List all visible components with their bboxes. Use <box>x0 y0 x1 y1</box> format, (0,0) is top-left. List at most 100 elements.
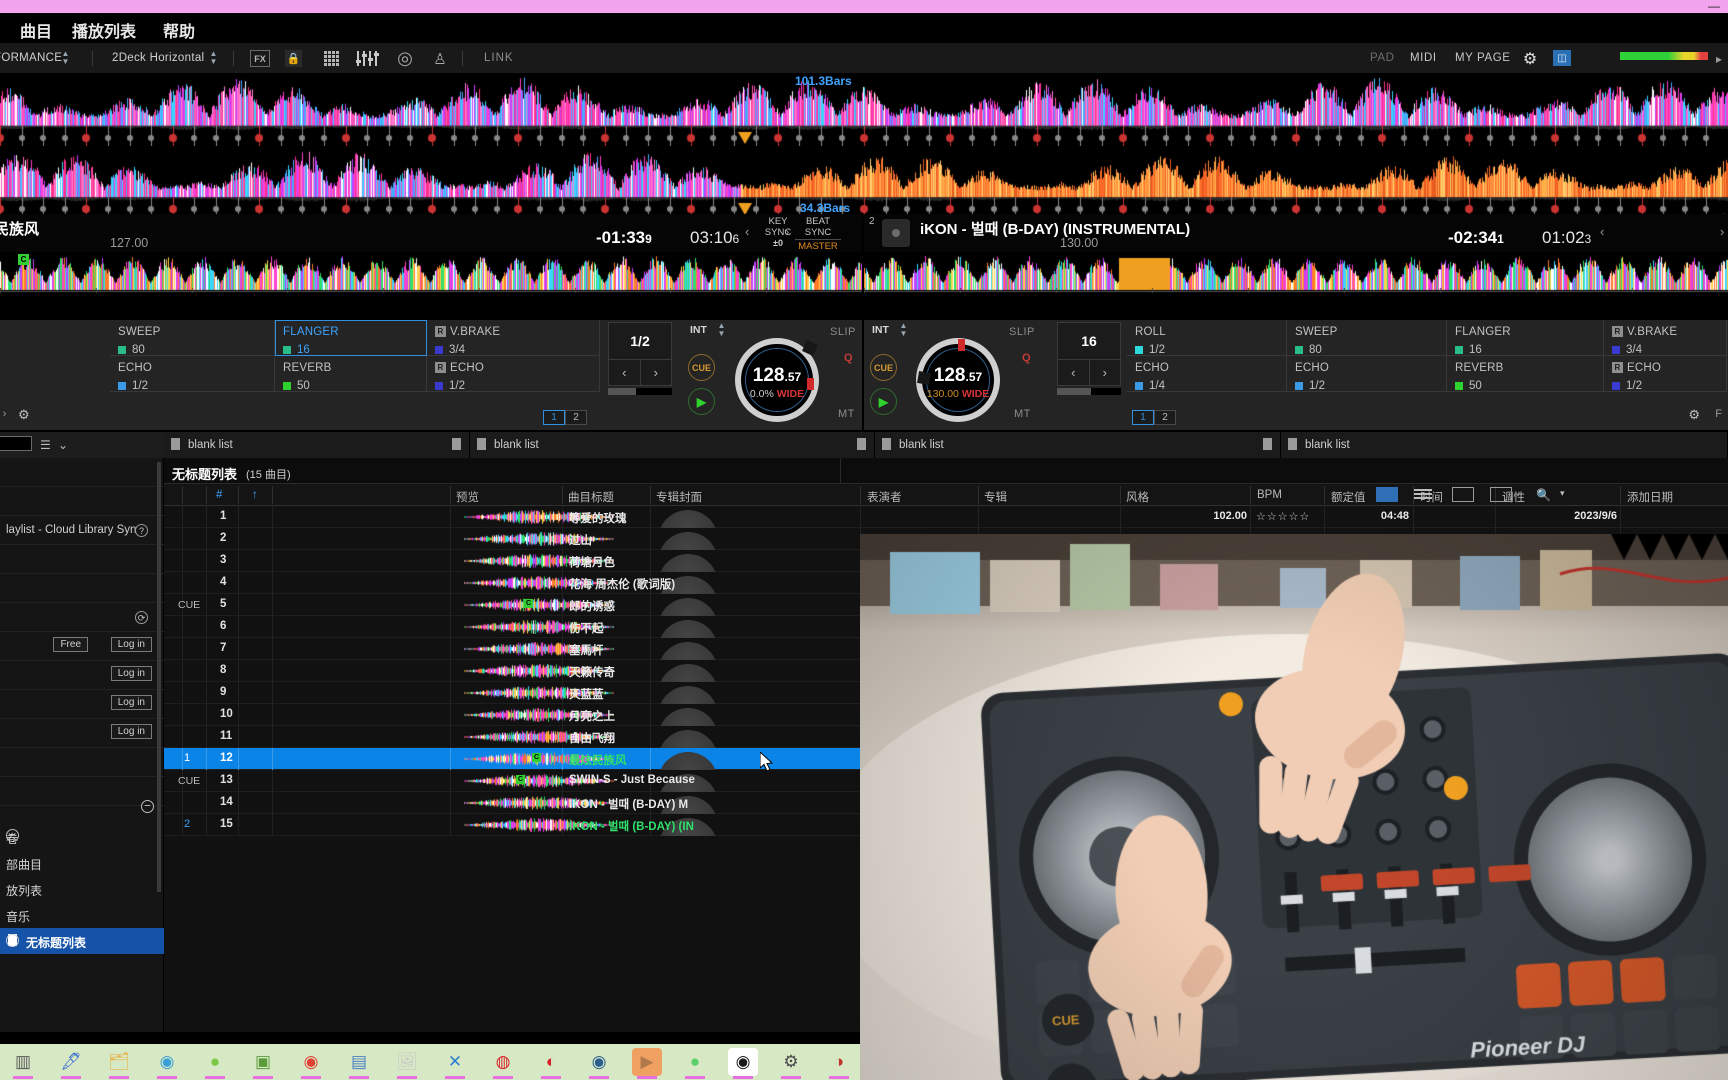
deck-1-beat-slider[interactable] <box>608 388 672 395</box>
deck-2-fx-slot-4[interactable]: R V.BRAKE 3/4 <box>1604 320 1727 356</box>
deck-2-jog-display[interactable]: 128.57 130.00 WIDE <box>916 338 1000 422</box>
search-icon[interactable]: 🔍 <box>1536 488 1551 502</box>
list-view-icon[interactable]: ☰ <box>40 438 51 452</box>
app-ghost-icon[interactable]: ● <box>680 1048 710 1079</box>
store-icon[interactable]: ▤ <box>344 1048 374 1079</box>
deck-1-prev-arrow[interactable]: ‹ <box>745 224 749 239</box>
obs-icon[interactable]: ◉ <box>728 1048 758 1079</box>
playlist-tab-1[interactable]: blank list <box>164 432 470 458</box>
col-date-added[interactable]: 添加日期 <box>1627 489 1673 505</box>
view-album-icon[interactable] <box>1490 487 1512 502</box>
deck-2-prev-arrow[interactable]: ‹ <box>1600 224 1604 239</box>
deck-2-page-2[interactable]: 2 <box>1154 410 1176 425</box>
deck-2-page-1[interactable]: 1 <box>1132 410 1154 425</box>
col-album[interactable]: 专辑 <box>984 489 1007 505</box>
col-rating[interactable]: 额定值 <box>1331 489 1366 505</box>
gear-icon[interactable]: ⚙ <box>1520 50 1540 68</box>
deck-2-fx-slot-6[interactable]: ECHO 1/2 <box>1287 356 1447 392</box>
deck-2-fx-slot-8[interactable]: R ECHO 1/2 <box>1604 356 1727 392</box>
chevron-down-icon[interactable]: ⌄ <box>58 438 68 452</box>
view-grid-icon[interactable] <box>1452 487 1474 502</box>
layout-select-label[interactable]: 2Deck Horizontal <box>112 52 204 64</box>
deck-2-settings-gear-icon[interactable]: ⚙ <box>1688 407 1700 423</box>
track-rating[interactable]: ☆☆☆☆☆ <box>1256 510 1310 523</box>
deck-1-cue-button[interactable]: CUE <box>688 354 715 381</box>
login-button-2[interactable]: Log in <box>110 666 152 681</box>
deck-2-fx-slot-2[interactable]: SWEEP 80 <box>1287 320 1447 356</box>
deck-2-tempo-source[interactable]: INT <box>872 324 889 336</box>
deck-2-beat-slider[interactable] <box>1057 388 1121 395</box>
deck-2-slip-label[interactable]: SLIP <box>1009 326 1035 338</box>
performance-mode-stepper[interactable]: ▲ ▼ <box>60 50 71 66</box>
sidebar-row-account-2[interactable]: Log in <box>0 661 164 690</box>
deck-1-tempo-stepper[interactable]: ▲ ▼ <box>716 322 727 338</box>
deck-1-fx-slot-4[interactable]: ECHO 1/2 <box>110 356 275 392</box>
window-view-icon[interactable]: ◫ <box>1553 50 1571 66</box>
deck-2-page-tabs[interactable]: 1 2 <box>1132 410 1176 425</box>
deck-1-fx-slot-5[interactable]: REVERB 50 <box>275 356 427 392</box>
deck-2-next-arrow[interactable]: › <box>1720 224 1724 239</box>
deck-1-beat-next[interactable]: › <box>641 360 672 385</box>
help-icon[interactable]: ? <box>135 524 148 537</box>
list-icon-right[interactable] <box>857 438 866 450</box>
deck-1-fx-slot-2[interactable]: FLANGER 16 <box>275 320 427 356</box>
deck-2-fx-slot-1[interactable]: ROLL 1/2 <box>1127 320 1287 356</box>
app-green-icon[interactable]: ● <box>200 1048 230 1079</box>
explorer-icon[interactable]: 🗂 <box>104 1048 134 1079</box>
app-dark-icon[interactable]: ◑ <box>824 1048 854 1079</box>
sidebar-row-account-4[interactable]: Log in <box>0 719 164 748</box>
netease-music-icon[interactable]: ◍ <box>488 1048 518 1079</box>
deck-2-play-button[interactable]: ▶ <box>870 388 897 415</box>
sidebar-row-2[interactable] <box>0 487 164 516</box>
deck-2-preview-waveform[interactable] <box>864 252 1728 294</box>
col-title[interactable]: 曲目标题 <box>568 489 614 505</box>
netease-cloud-icon[interactable]: ◐ <box>536 1048 566 1079</box>
deck-1-settings-gear-icon[interactable]: ⚙ <box>18 407 30 423</box>
lock-icon[interactable]: 🔒 <box>285 50 302 67</box>
vscode-icon[interactable]: ✕ <box>440 1048 470 1079</box>
link-label[interactable]: LINK <box>484 52 514 64</box>
list-icon-right[interactable] <box>1263 438 1272 450</box>
sidebar-tree-item-1[interactable]: − 卷 <box>0 824 164 850</box>
sidebar-row-4[interactable] <box>0 545 164 574</box>
menu-item-help[interactable]: 帮助 <box>163 18 195 42</box>
deck-1-play-button[interactable]: ▶ <box>688 388 715 415</box>
col-index[interactable]: # <box>216 489 222 501</box>
col-artwork[interactable]: 专辑封面 <box>656 489 702 505</box>
deck-1-tempo-source[interactable]: INT <box>690 324 707 336</box>
eject-icon-top[interactable]: − <box>141 800 154 813</box>
sidebar-tree-item-2[interactable]: 部曲目 <box>0 850 164 876</box>
refresh-icon[interactable]: ⟳ <box>135 611 148 624</box>
fx-icon[interactable]: FX <box>250 50 270 67</box>
deck-1-fx-slot-3[interactable]: R V.BRAKE 3/4 <box>427 320 600 356</box>
deck-2-fx-slot-3[interactable]: FLANGER 16 <box>1447 320 1604 356</box>
sidebar-tree-item-4[interactable]: 音乐 <box>0 902 164 928</box>
deck-1-beat-sync[interactable]: BEAT SYNC MASTER <box>795 216 841 252</box>
deck-2-beat-prev[interactable]: ‹ <box>1058 360 1090 385</box>
waveform-display[interactable]: 101.3Bars 34.3Bars › <box>0 74 1728 219</box>
sidebar-row-1[interactable] <box>0 458 164 487</box>
sidebar-search-input[interactable] <box>0 436 32 451</box>
view-rows-icon[interactable] <box>1412 487 1434 502</box>
col-genre[interactable]: 风格 <box>1126 489 1149 505</box>
table-row[interactable]: 1 等爱的玫瑰 102.00 ☆☆☆☆☆ 04:48 2023/9/6 <box>164 506 1728 528</box>
mixer-fader-icon[interactable] <box>355 50 381 67</box>
playlist-tab-4[interactable]: blank list <box>1281 432 1728 458</box>
microphone-icon[interactable]: ♙ <box>430 50 450 68</box>
deck-1-page-2[interactable]: 2 <box>565 410 587 425</box>
deck-1-quantize-badge[interactable]: Q <box>844 352 853 364</box>
minecraft-icon[interactable]: ▣ <box>248 1048 278 1079</box>
playlist-tab-3[interactable]: blank list <box>875 432 1281 458</box>
settings-icon[interactable]: ⚙ <box>776 1048 806 1079</box>
deck-2-fx-slot-7[interactable]: REVERB 50 <box>1447 356 1604 392</box>
deck-2-beat-next[interactable]: › <box>1090 360 1121 385</box>
my-page-label[interactable]: MY PAGE <box>1455 52 1511 64</box>
deck-2-cue-button[interactable]: CUE <box>870 354 897 381</box>
edge-icon[interactable]: ◉ <box>152 1048 182 1079</box>
pad-mode-label[interactable]: PAD <box>1370 52 1395 64</box>
record-icon[interactable]: ◎ <box>395 48 415 68</box>
list-icon-right[interactable] <box>452 438 461 450</box>
col-artist[interactable]: 表演者 <box>867 489 902 505</box>
deck-1-mt-label[interactable]: MT <box>838 408 855 420</box>
chrome-icon[interactable]: ◉ <box>296 1048 326 1079</box>
